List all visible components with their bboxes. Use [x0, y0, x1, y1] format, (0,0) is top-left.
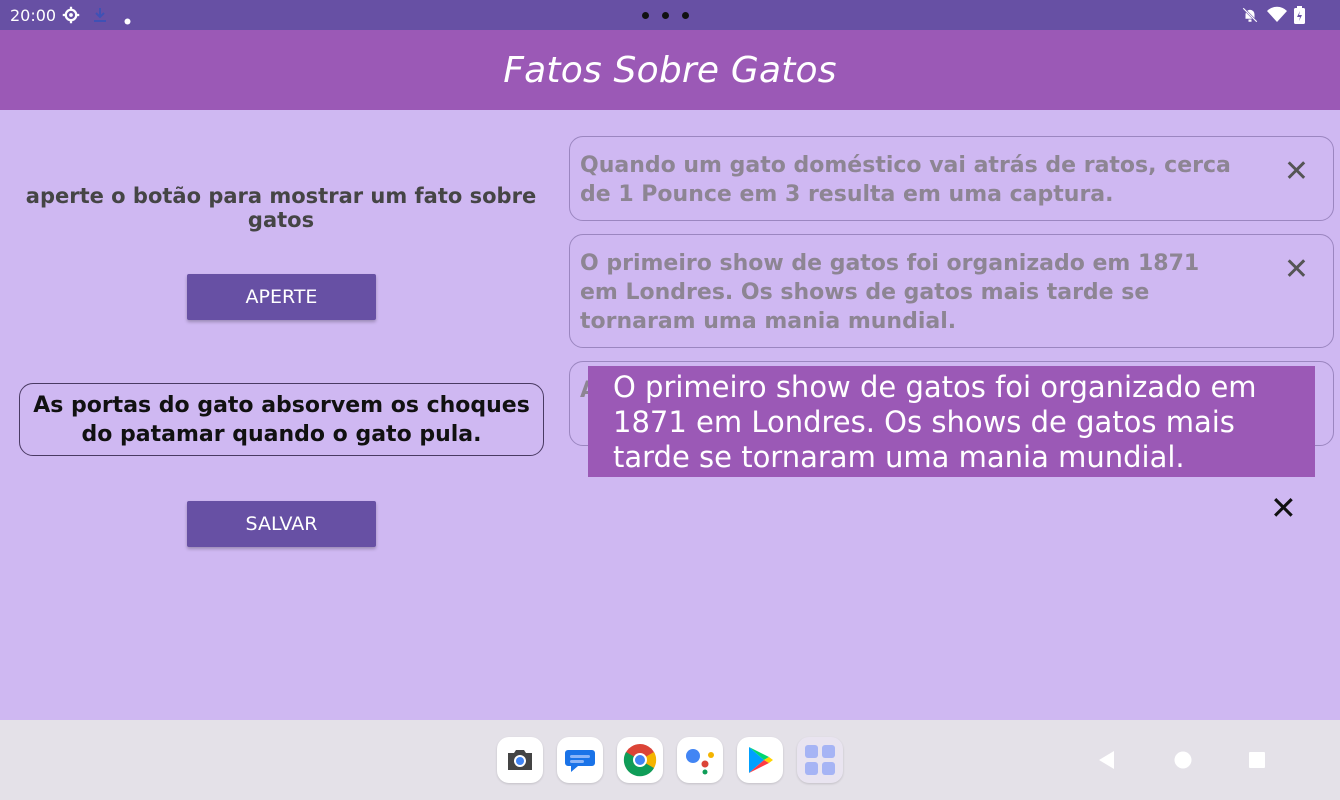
saved-fact-card: Quando um gato doméstico vai atrás de ra… [569, 136, 1334, 221]
chrome-icon[interactable] [617, 737, 663, 783]
close-icon[interactable]: ✕ [1284, 157, 1309, 187]
saved-fact-card: O primeiro show de gatos foi organizado … [569, 234, 1334, 348]
app-title: Fatos Sobre Gatos [503, 50, 837, 91]
play-store-icon[interactable] [737, 737, 783, 783]
current-fact: As portas do gato absorvem os choques do… [19, 383, 544, 456]
aperte-button[interactable]: APERTE [187, 274, 376, 320]
saved-fact-text: O primeiro show de gatos foi organizado … [580, 251, 1200, 334]
assistant-icon[interactable] [677, 737, 723, 783]
clock: 20:00 [10, 6, 57, 25]
app-bar: Fatos Sobre Gatos [0, 30, 1340, 110]
recents-icon[interactable] [1248, 751, 1266, 774]
app-dock [497, 737, 843, 783]
download-icon [92, 6, 108, 29]
gear-icon [62, 6, 80, 29]
fact-toast: O primeiro show de gatos foi organizado … [588, 366, 1315, 477]
instruction-text: aperte o botão para mostrar um fato sobr… [25, 184, 537, 232]
mute-bell-icon [1241, 6, 1259, 29]
apps-grid-icon[interactable] [797, 737, 843, 783]
wifi-icon [1267, 6, 1287, 29]
saved-fact-text: Quando um gato doméstico vai atrás de ra… [580, 153, 1231, 207]
salvar-button[interactable]: SALVAR [187, 501, 376, 547]
camera-cutout-dots [642, 12, 689, 19]
camera-icon[interactable] [497, 737, 543, 783]
battery-icon [1294, 6, 1305, 29]
back-icon[interactable] [1097, 750, 1115, 775]
notification-dot [124, 12, 131, 30]
status-bar: 20:00 [0, 0, 1340, 30]
close-icon[interactable]: ✕ [1284, 255, 1309, 285]
home-icon[interactable] [1173, 750, 1193, 775]
messages-icon[interactable] [557, 737, 603, 783]
close-icon[interactable]: ✕ [1270, 492, 1297, 524]
navigation-bar [0, 720, 1340, 800]
